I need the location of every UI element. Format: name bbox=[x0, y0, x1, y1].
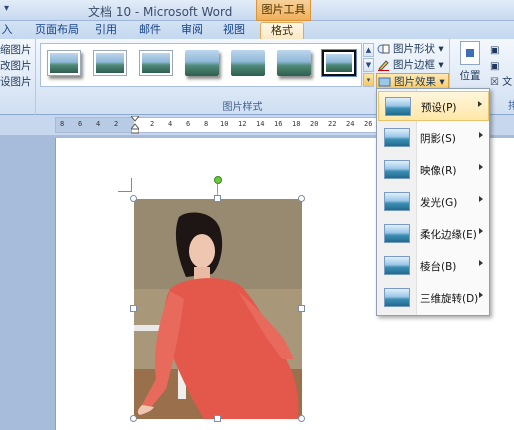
style-thumb-5[interactable] bbox=[231, 50, 265, 76]
glow-icon bbox=[384, 192, 410, 211]
reset-picture-button[interactable]: 设图片 bbox=[0, 74, 32, 90]
resize-handle-tr[interactable] bbox=[298, 195, 305, 202]
style-thumb-4[interactable] bbox=[185, 50, 219, 76]
style-thumb-6[interactable] bbox=[277, 50, 311, 76]
text-wrap-button[interactable]: ☒ 文 bbox=[490, 75, 512, 91]
style-thumb-2[interactable] bbox=[93, 50, 127, 76]
title-bar: ▾ 文档 10 - Microsoft Word 图片工具 bbox=[0, 0, 514, 21]
menu-item-soft-edges[interactable]: 柔化边缘(E) bbox=[378, 219, 489, 249]
menu-item-3d-rotation[interactable]: 三维旋转(D) bbox=[378, 283, 489, 313]
menu-item-bevel[interactable]: 棱台(B) bbox=[378, 251, 489, 281]
style-thumb-3[interactable] bbox=[139, 50, 173, 76]
gallery-up-button[interactable]: ▲ bbox=[363, 43, 374, 57]
picture-effects-label: 图片效果 bbox=[394, 76, 436, 88]
arrange-group-label: 排 bbox=[508, 101, 514, 112]
resize-handle-left[interactable] bbox=[130, 305, 137, 312]
submenu-arrow-icon bbox=[479, 228, 483, 234]
tab-format[interactable]: 格式 bbox=[260, 22, 304, 39]
quick-access-dropdown[interactable]: ▾ bbox=[4, 3, 9, 14]
rotate-handle[interactable] bbox=[214, 176, 222, 184]
window-title: 文档 10 - Microsoft Word bbox=[88, 5, 233, 19]
menu-item-preset[interactable]: 预设(P) bbox=[378, 91, 489, 121]
resize-handle-top[interactable] bbox=[214, 195, 221, 202]
resize-handle-right[interactable] bbox=[298, 305, 305, 312]
effects-icon bbox=[378, 77, 391, 87]
picture-styles-gallery bbox=[40, 43, 362, 87]
resize-handle-tl[interactable] bbox=[130, 195, 137, 202]
ribbon-tabs: 入 页面布局 引用 邮件 审阅 视图 格式 bbox=[0, 21, 514, 39]
horizontal-ruler[interactable]: 8 6 4 2 2 4 6 8 10 12 14 16 18 20 22 24 … bbox=[55, 116, 385, 134]
adjust-group: 缩图片 改图片 设图片 bbox=[0, 39, 36, 115]
menu-item-reflection[interactable]: 映像(R) bbox=[378, 155, 489, 185]
3d-rotation-icon bbox=[384, 288, 410, 307]
arrange-items: ▣ ▣ ☒ 文 bbox=[490, 43, 512, 91]
photo-image bbox=[134, 199, 302, 419]
submenu-arrow-icon bbox=[479, 164, 483, 170]
pencil-icon bbox=[378, 60, 389, 71]
position-icon bbox=[460, 41, 480, 65]
tab-insert[interactable]: 入 bbox=[0, 22, 16, 39]
picture-shape-button[interactable]: 图片形状 ▾ bbox=[376, 41, 444, 57]
position-label: 位置 bbox=[459, 70, 481, 82]
resize-handle-bottom[interactable] bbox=[214, 415, 221, 422]
shadow-icon bbox=[384, 128, 410, 147]
picture-shape-label: 图片形状 bbox=[393, 43, 435, 55]
menu-item-shadow[interactable]: 阴影(S) bbox=[378, 123, 489, 153]
bevel-icon bbox=[384, 256, 410, 275]
bring-front-icon[interactable]: ▣ bbox=[490, 43, 512, 59]
picture-effects-button[interactable]: 图片效果 ▾ bbox=[376, 73, 449, 89]
picture-border-label: 图片边框 bbox=[393, 59, 435, 71]
picture-border-button[interactable]: 图片边框 ▾ bbox=[376, 57, 444, 73]
resize-handle-bl[interactable] bbox=[130, 415, 137, 422]
tab-page-layout[interactable]: 页面布局 bbox=[30, 22, 84, 39]
gallery-more-button[interactable]: ▾ bbox=[363, 73, 374, 87]
send-back-icon[interactable]: ▣ bbox=[490, 59, 512, 75]
picture-tools-context-tab: 图片工具 bbox=[256, 0, 311, 21]
picture-effects-menu: 预设(P) 阴影(S) 映像(R) 发光(G) 柔化边缘(E) 棱台(B) 三维… bbox=[376, 88, 490, 316]
submenu-arrow-icon bbox=[479, 292, 483, 298]
submenu-arrow-icon bbox=[479, 132, 483, 138]
resize-handle-br[interactable] bbox=[298, 415, 305, 422]
reflection-icon bbox=[384, 160, 410, 179]
position-button[interactable]: 位置 bbox=[456, 41, 484, 83]
indent-marker-icon[interactable] bbox=[131, 116, 139, 134]
style-thumb-1[interactable] bbox=[47, 50, 81, 76]
submenu-arrow-icon bbox=[479, 260, 483, 266]
shape-icon bbox=[377, 44, 390, 54]
submenu-arrow-icon bbox=[479, 196, 483, 202]
tab-view[interactable]: 视图 bbox=[220, 22, 248, 39]
compress-pictures-button[interactable]: 缩图片 bbox=[0, 42, 32, 58]
soft-edges-icon bbox=[384, 224, 410, 243]
menu-item-glow[interactable]: 发光(G) bbox=[378, 187, 489, 217]
tab-review[interactable]: 审阅 bbox=[178, 22, 206, 39]
tab-mailings[interactable]: 邮件 bbox=[136, 22, 164, 39]
change-picture-button[interactable]: 改图片 bbox=[0, 58, 32, 74]
gallery-scroll: ▲ ▼ ▾ bbox=[363, 43, 374, 87]
submenu-arrow-icon bbox=[478, 101, 482, 107]
selected-photo[interactable] bbox=[134, 199, 302, 419]
tab-references[interactable]: 引用 bbox=[92, 22, 120, 39]
gallery-down-button[interactable]: ▼ bbox=[363, 58, 374, 72]
crop-mark-top-left bbox=[118, 178, 132, 192]
style-thumb-7[interactable] bbox=[321, 49, 357, 77]
preset-icon bbox=[385, 97, 411, 116]
